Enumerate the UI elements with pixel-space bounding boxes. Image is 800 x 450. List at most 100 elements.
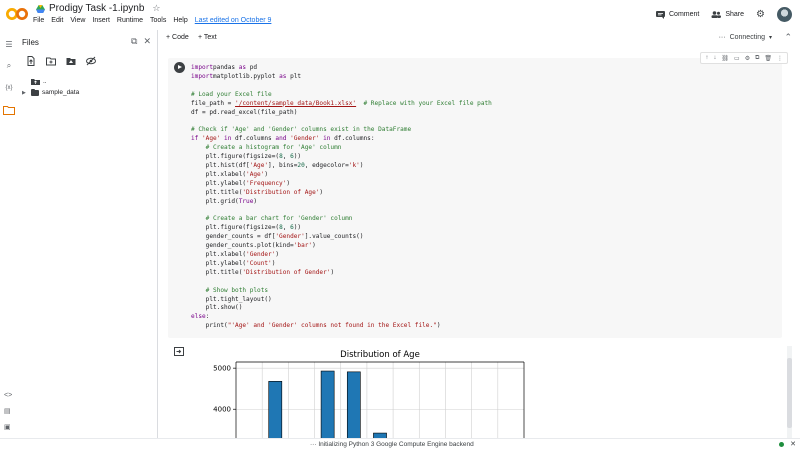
code-token: else — [191, 313, 206, 321]
code-line: plt.title('Distribution of Gender') — [191, 269, 492, 278]
comment-icon — [656, 10, 665, 19]
code-line: # Create a bar chart for 'Gender' column — [191, 215, 492, 224]
left-rail: ☰ ⌕ {x} <> ▤ ▣ — [0, 30, 18, 438]
chevron-right-icon[interactable]: ▶ — [22, 90, 28, 96]
code-snippets-icon[interactable]: <> — [4, 392, 12, 399]
files-actions — [26, 56, 96, 66]
move-up-icon[interactable]: ↑ — [705, 55, 708, 61]
histogram-bar — [346, 371, 361, 438]
star-icon[interactable]: ☆ — [152, 3, 160, 14]
code-token: plt.title( — [191, 188, 243, 196]
menu-item-help[interactable]: Help — [173, 17, 187, 24]
gear-icon[interactable]: ⚙ — [756, 9, 765, 20]
code-line: plt.figure(figsize=(8, 6)) — [191, 224, 492, 233]
code-line: plt.title('Distribution of Age') — [191, 189, 492, 198]
menu-item-tools[interactable]: Tools — [150, 17, 166, 24]
avatar[interactable] — [777, 7, 792, 22]
code-token: print( — [191, 322, 228, 330]
add-code-button[interactable]: + Code — [166, 34, 189, 41]
comment-icon[interactable]: ▭ — [734, 55, 740, 62]
code-line: # Show both plots — [191, 287, 492, 296]
scrollbar-thumb[interactable] — [787, 358, 792, 428]
connecting-label: Connecting — [729, 34, 765, 41]
code-token: # Check if 'Age' and 'Gender' columns ex… — [191, 126, 412, 134]
variables-icon[interactable]: {x} — [4, 83, 14, 93]
colab-logo-icon[interactable] — [6, 7, 28, 21]
code-line: plt.ylabel('Count') — [191, 260, 492, 269]
code-token: df.columns: — [330, 135, 375, 143]
code-token: import — [191, 64, 214, 71]
file-tree: .. ▶ sample_data — [22, 76, 79, 98]
menu-item-file[interactable]: File — [33, 17, 44, 24]
files-panel: Files ⧉ ✕ .. ▶ sample_data — [18, 30, 158, 438]
code-token: ], bins= — [268, 161, 298, 169]
comment-button[interactable]: Comment — [656, 10, 700, 19]
code-token: 20 — [297, 161, 305, 169]
share-label: Share — [725, 11, 745, 18]
code-token: pd — [246, 64, 258, 71]
notebook-toolbar: + Code + Text ··· Connecting ▾ ⌃ — [160, 30, 800, 46]
code-token: ) — [271, 259, 276, 267]
code-line: plt.hist(df['Age'], bins=20, edgecolor='… — [191, 162, 492, 171]
runtime-connect-button[interactable]: ··· Connecting ▾ — [719, 34, 772, 41]
code-line: else: — [191, 313, 492, 322]
output-scrollbar[interactable] — [787, 346, 792, 438]
close-icon[interactable]: ✕ — [143, 36, 151, 47]
file-tree-item-sample-data[interactable]: ▶ sample_data — [22, 87, 79, 98]
chevron-up-icon[interactable]: ⌃ — [784, 32, 792, 43]
notebook-title[interactable]: Prodigy Task -1.ipynb — [49, 3, 144, 14]
gear-icon[interactable]: ⚙ — [745, 55, 750, 62]
search-icon[interactable]: ⌕ — [4, 61, 14, 71]
new-folder-icon[interactable] — [46, 56, 56, 66]
mirror-cell-icon[interactable]: ⧉ — [755, 55, 759, 62]
code-token: plt.tight_layout() — [191, 295, 272, 303]
menu-item-view[interactable]: View — [70, 17, 85, 24]
menu-item-edit[interactable]: Edit — [51, 17, 63, 24]
upload-file-icon[interactable] — [26, 56, 36, 66]
file-tree-label: sample_data — [42, 89, 80, 96]
code-token: ) — [436, 322, 441, 330]
notebook-main: importpandas as pd importmatplotlib.pyplo… — [160, 46, 800, 438]
code-token: plt.grid( — [191, 197, 239, 205]
table-of-contents-icon[interactable]: ☰ — [4, 40, 14, 50]
comment-label: Comment — [669, 11, 700, 18]
file-tree-item-parent[interactable]: .. — [22, 76, 79, 87]
close-icon[interactable]: ✕ — [790, 440, 796, 448]
cell-toolbar: ↑ ↓ ⛓ ▭ ⚙ ⧉ 🗑 ⋮ — [700, 52, 788, 64]
mount-drive-icon[interactable] — [66, 56, 76, 66]
code-token: : — [205, 313, 210, 321]
link-icon[interactable]: ⛓ — [721, 55, 729, 62]
code-token: plt.figure(figsize=( — [191, 153, 280, 161]
code-token: df.columns — [231, 135, 276, 143]
code-line: # Check if 'Age' and 'Gender' columns ex… — [191, 126, 492, 135]
run-cell-button[interactable] — [174, 62, 185, 73]
share-button[interactable]: Share — [711, 11, 744, 18]
delete-icon[interactable]: 🗑 — [764, 55, 772, 62]
code-line: # Create a histogram for 'Age' column — [191, 144, 492, 153]
document-title-area: Prodigy Task -1.ipynb ☆ — [36, 3, 161, 14]
hide-icon[interactable] — [86, 56, 96, 66]
more-icon[interactable]: ⋮ — [777, 55, 783, 62]
code-token: , — [282, 153, 291, 161]
code-cell[interactable]: importpandas as pd importmatplotlib.pyplo… — [168, 58, 782, 338]
menu-item-runtime[interactable]: Runtime — [117, 17, 143, 24]
code-line: if 'Age' in df.columns and 'Gender' in d… — [191, 135, 492, 144]
code-token: plt — [286, 72, 302, 80]
files-folder-icon[interactable] — [3, 105, 15, 115]
open-in-tab-icon[interactable]: ⧉ — [131, 36, 137, 47]
command-palette-icon[interactable]: ▤ — [4, 407, 11, 415]
chevron-down-icon[interactable]: ▾ — [769, 34, 772, 41]
code-token: plt.ylabel( — [191, 179, 247, 187]
code-token: plt.title( — [191, 268, 243, 276]
menu-item-insert[interactable]: Insert — [92, 17, 110, 24]
move-down-icon[interactable]: ↓ — [713, 55, 716, 61]
code-line: plt.ylabel('Frequency') — [191, 180, 492, 189]
add-text-button[interactable]: + Text — [198, 34, 217, 41]
code-line: gender_counts = df['Gender'].value_count… — [191, 233, 492, 242]
code-token: ) — [319, 188, 324, 196]
terminal-icon[interactable]: ▣ — [4, 423, 11, 431]
code-editor[interactable]: importpandas as pd importmatplotlib.pyplo… — [191, 64, 492, 331]
code-token: 'Gender' — [275, 233, 305, 241]
last-edited-link[interactable]: Last edited on October 9 — [195, 17, 272, 24]
